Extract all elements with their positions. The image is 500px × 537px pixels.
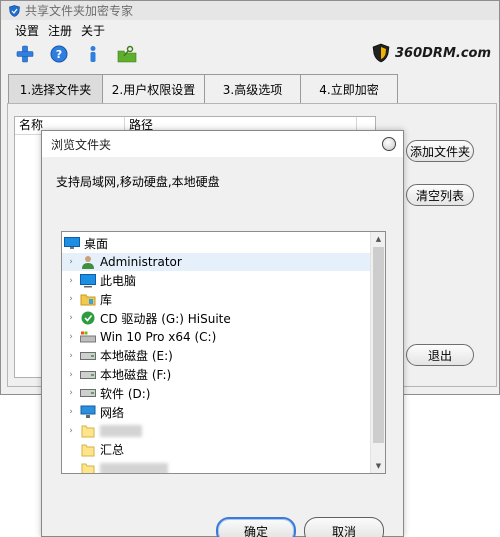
tab-label: 4.立即加密 (319, 82, 379, 97)
window-title: 共享文件夹加密专家 (25, 4, 134, 18)
tree-node-label: 本地磁盘 (F:) (100, 368, 172, 383)
add-button[interactable] (15, 44, 35, 64)
library-icon (80, 292, 96, 306)
tree-node[interactable]: 汇总 (62, 441, 371, 459)
tree-node[interactable]: › Win 10 Pro x64 (C:) (62, 328, 371, 346)
tree-node-label: CD 驱动器 (G:) HiSuite (100, 311, 231, 326)
chevron-right-icon[interactable]: › (66, 332, 76, 342)
tree-node-label: 本地磁盘 (E:) (100, 349, 173, 364)
menu-register[interactable]: 注册 (48, 22, 72, 39)
dialog-title: 浏览文件夹 (51, 137, 112, 152)
cd-drive-icon (80, 311, 96, 325)
disk-icon (80, 386, 96, 400)
key-folder-button[interactable] (117, 44, 137, 64)
chevron-right-icon[interactable]: › (66, 426, 76, 436)
menu-settings[interactable]: 设置 (15, 22, 39, 39)
folder-icon (80, 424, 96, 438)
tab-label: 1.选择文件夹 (19, 82, 92, 97)
network-icon (80, 405, 96, 419)
tab-user-permissions[interactable]: 2.用户权限设置 (102, 74, 204, 104)
chevron-right-icon[interactable]: › (66, 294, 76, 304)
add-icon (16, 45, 34, 63)
redacted-label (100, 462, 168, 473)
tree-node-label: 网络 (100, 405, 125, 420)
title-bar: 共享文件夹加密专家 (1, 1, 499, 20)
redacted-label (100, 425, 142, 437)
scroll-thumb[interactable] (373, 247, 384, 443)
disk-icon (80, 368, 96, 382)
tree-node-label: 软件 (D:) (100, 386, 151, 401)
brand-shield-icon (372, 43, 390, 63)
tree-node-label: 库 (100, 292, 113, 307)
disk-icon (80, 349, 96, 363)
key-folder-icon (117, 45, 137, 63)
tree-node[interactable]: 桌面 (62, 234, 371, 252)
scroll-up-icon[interactable]: ▲ (371, 232, 385, 246)
tab-encrypt-now[interactable]: 4.立即加密 (300, 74, 398, 104)
tree-node-label: 桌面 (84, 236, 109, 251)
help-icon: ? (50, 45, 68, 63)
brand-text: 360DRM.com (395, 45, 491, 61)
folder-icon (80, 443, 96, 457)
tree-node[interactable]: › CD 驱动器 (G:) HiSuite (62, 309, 371, 327)
tree-node[interactable]: › Administrator (62, 252, 371, 271)
help-button[interactable]: ? (49, 44, 69, 64)
chevron-right-icon[interactable]: › (66, 370, 76, 380)
tree-node[interactable] (62, 460, 371, 473)
tree-node[interactable]: › 本地磁盘 (F:) (62, 366, 371, 384)
tab-label: 2.用户权限设置 (111, 82, 196, 97)
info-button[interactable] (83, 44, 103, 64)
info-icon (90, 46, 96, 62)
shield-icon (9, 4, 20, 17)
system-drive-icon (80, 330, 96, 344)
dialog-title-bar: 浏览文件夹 (42, 131, 403, 157)
cancel-button[interactable]: 取消 (304, 517, 384, 537)
tree-scrollbar[interactable]: ▲ ▼ (370, 232, 385, 473)
exit-button[interactable]: 退出 (406, 344, 474, 366)
user-icon (80, 255, 96, 269)
tree-node[interactable]: › 此电脑 (62, 272, 371, 290)
dialog-body: 支持局域网,移动硬盘,本地硬盘 桌面 › Administrator › 此电脑 › 库 › C… (42, 157, 403, 537)
desktop-icon (64, 236, 80, 250)
chevron-right-icon[interactable]: › (66, 351, 76, 361)
browse-folder-dialog: 浏览文件夹 支持局域网,移动硬盘,本地硬盘 桌面 › Administrator › 此… (41, 130, 404, 537)
menu-about[interactable]: 关于 (81, 22, 105, 39)
chevron-right-icon[interactable]: › (66, 313, 76, 323)
chevron-right-icon[interactable]: › (66, 257, 76, 267)
computer-icon (80, 273, 96, 288)
scroll-down-icon[interactable]: ▼ (371, 459, 385, 473)
svg-text:?: ? (56, 48, 62, 61)
tab-label: 3.高级选项 (222, 82, 283, 97)
folder-tree[interactable]: 桌面 › Administrator › 此电脑 › 库 › CD 驱动器 (G:) HiSui… (61, 231, 386, 474)
add-folder-button[interactable]: 添加文件夹 (406, 140, 474, 162)
tree-node[interactable]: › 网络 (62, 403, 371, 421)
tab-select-folder[interactable]: 1.选择文件夹 (8, 74, 102, 104)
tree-node-label: 此电脑 (100, 274, 137, 289)
chevron-right-icon[interactable]: › (66, 388, 76, 398)
tree-node[interactable]: › 库 (62, 290, 371, 308)
menu-bar: 设置 注册 关于 (1, 21, 499, 39)
tree-node-label: Administrator (100, 254, 182, 269)
tree-node[interactable]: › 软件 (D:) (62, 384, 371, 402)
ok-button[interactable]: 确定 (216, 517, 296, 537)
tree-node[interactable]: › (62, 422, 371, 440)
tree-node-label: 汇总 (100, 443, 125, 458)
chevron-right-icon[interactable]: › (66, 276, 76, 286)
close-icon[interactable] (382, 137, 396, 151)
tab-advanced[interactable]: 3.高级选项 (204, 74, 300, 104)
folder-icon (80, 462, 96, 473)
dialog-description: 支持局域网,移动硬盘,本地硬盘 (56, 175, 220, 189)
clear-list-button[interactable]: 清空列表 (406, 184, 474, 206)
tree-node-label: Win 10 Pro x64 (C:) (100, 330, 217, 344)
tree-node[interactable]: › 本地磁盘 (E:) (62, 347, 371, 365)
brand-logo: 360DRM.com (371, 43, 491, 63)
chevron-right-icon[interactable]: › (66, 407, 76, 417)
tab-bar: 1.选择文件夹 2.用户权限设置 3.高级选项 4.立即加密 (8, 74, 398, 104)
